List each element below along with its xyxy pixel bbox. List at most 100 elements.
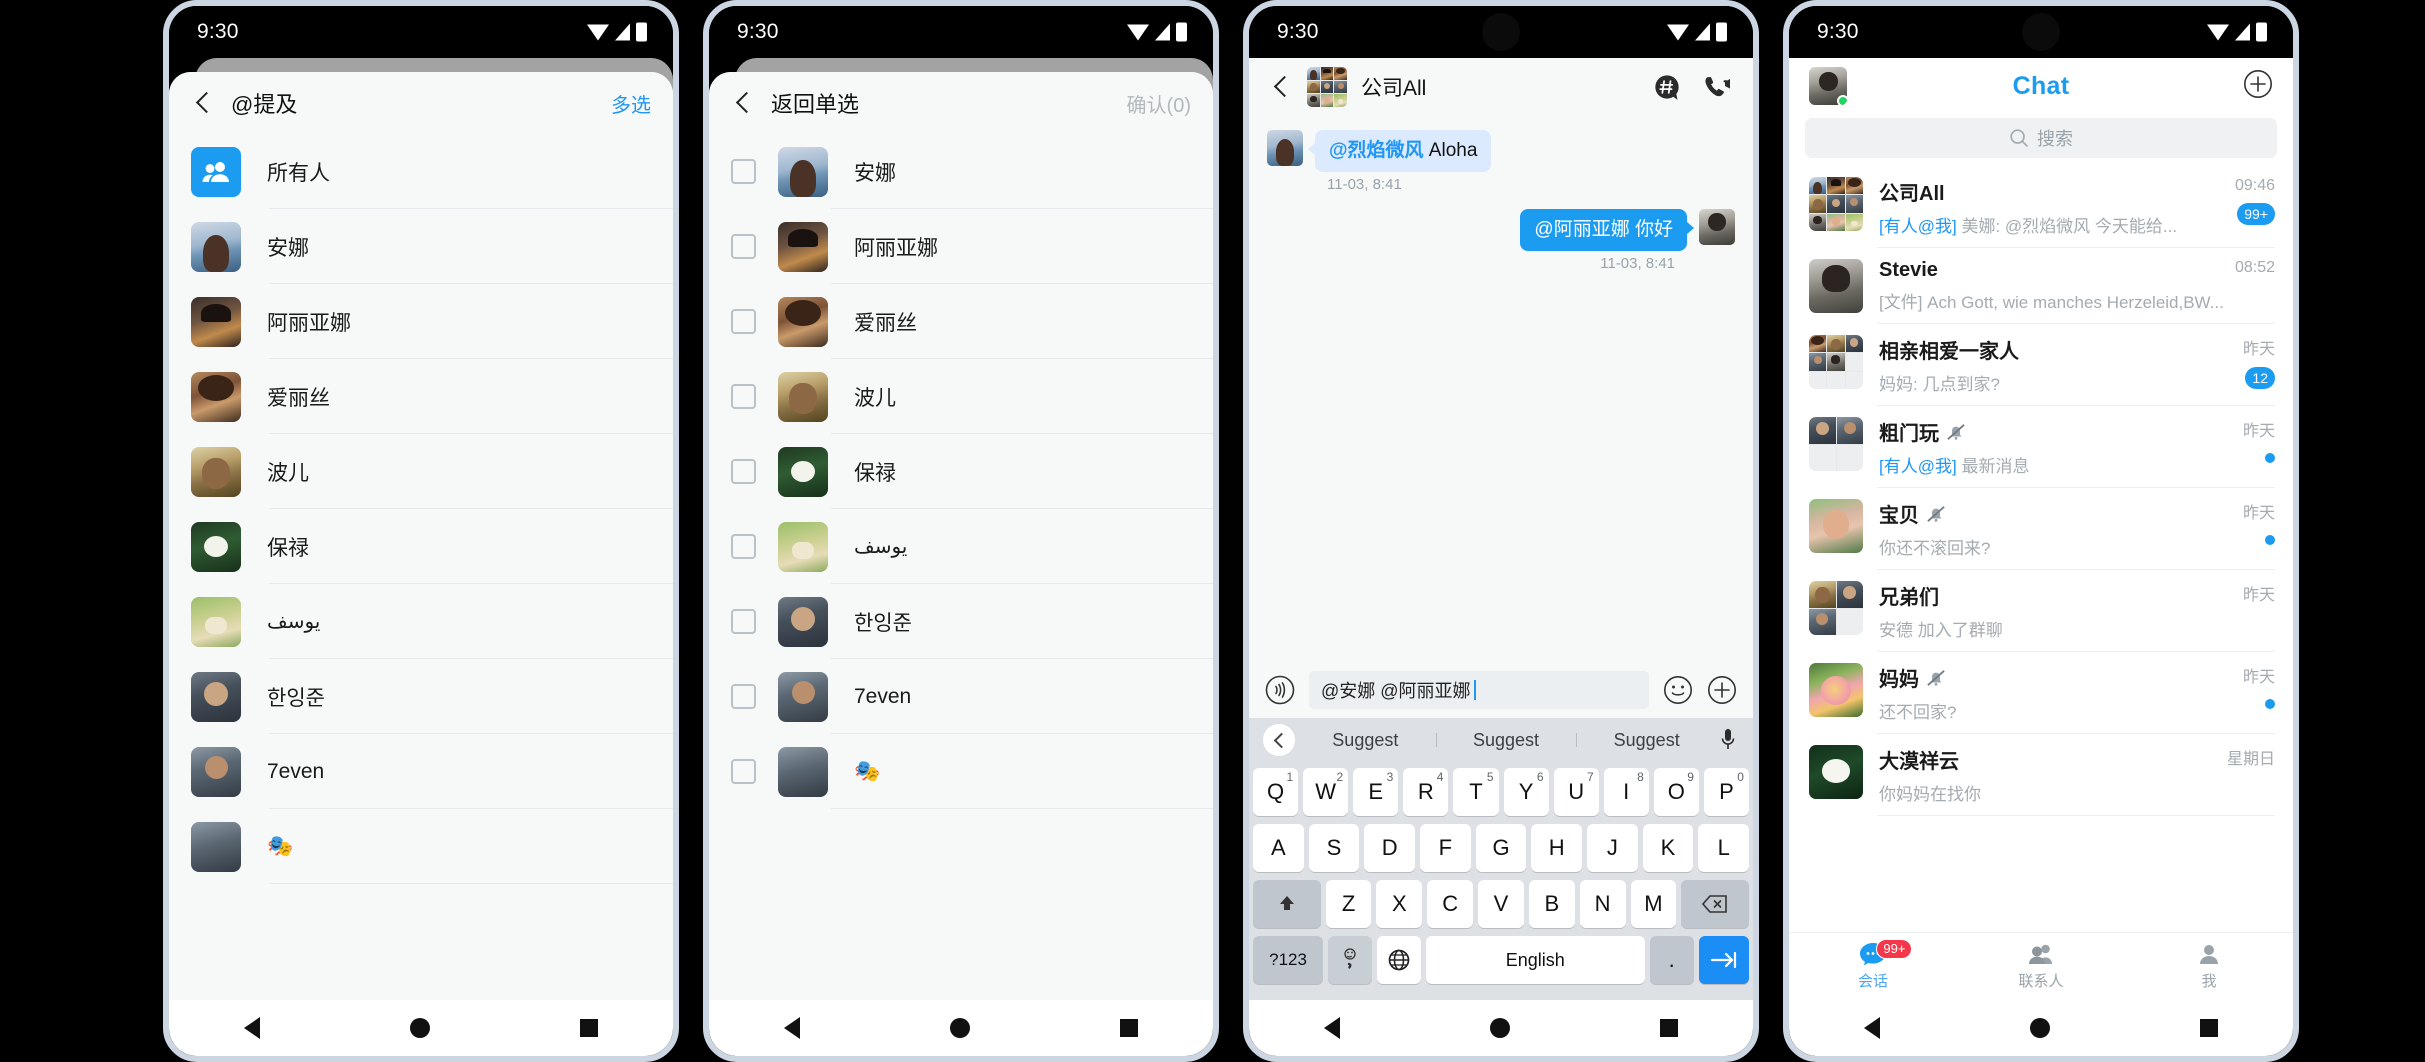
key-i[interactable]: 8I — [1603, 768, 1649, 816]
key-l[interactable]: L — [1698, 824, 1750, 872]
suggestion-1[interactable]: Suggest — [1295, 730, 1436, 751]
key-w[interactable]: 2W — [1303, 768, 1349, 816]
key-j[interactable]: J — [1587, 824, 1638, 872]
nav-back-icon[interactable] — [1324, 1017, 1340, 1039]
key-z[interactable]: Z — [1325, 880, 1372, 928]
key-k[interactable]: K — [1642, 824, 1694, 872]
conversation-row[interactable]: Stevie [文件] Ach Gott, wie manches Herzele… — [1789, 248, 2293, 324]
row-checkbox[interactable] — [731, 309, 756, 334]
microphone-icon[interactable] — [1717, 728, 1739, 752]
suggestion-3[interactable]: Suggest — [1576, 730, 1717, 751]
key-t[interactable]: 5T — [1453, 768, 1499, 816]
message-bubble[interactable]: @阿丽亚娜 你好 — [1520, 208, 1694, 251]
shift-key[interactable] — [1253, 880, 1321, 928]
key-p[interactable]: 0P — [1703, 768, 1749, 816]
conversation-row[interactable]: 公司All [有人@我] 美娜: @烈焰微风 今天能给... 09:46 99+ — [1789, 166, 2293, 248]
nav-home-icon[interactable] — [2030, 1018, 2050, 1038]
list-item[interactable]: 爱丽丝 — [169, 359, 673, 434]
key-m[interactable]: M — [1630, 880, 1677, 928]
list-item[interactable]: 保禄 — [169, 509, 673, 584]
key-x[interactable]: X — [1376, 880, 1423, 928]
message-bubble[interactable]: @烈焰微风 Aloha — [1307, 130, 1492, 172]
key-q[interactable]: 1Q — [1253, 768, 1299, 816]
list-item[interactable]: 波儿 — [169, 434, 673, 509]
list-item[interactable]: 한잉준 — [709, 584, 1213, 659]
nav-back-icon[interactable] — [1864, 1017, 1880, 1039]
voice-wave-icon[interactable] — [1265, 675, 1295, 705]
conversation-row[interactable]: 宝贝 你还不滚回来? 昨天 — [1789, 488, 2293, 570]
list-item[interactable]: 한잉준 — [169, 659, 673, 734]
tab-conversations[interactable]: 99+ 会话 — [1789, 933, 1957, 1000]
key-b[interactable]: B — [1528, 880, 1575, 928]
search-input[interactable]: 搜索 — [1805, 118, 2277, 158]
conversation-row[interactable]: 粗门玩 [有人@我] 最新消息 昨天 — [1789, 406, 2293, 488]
conversation-row[interactable]: 相亲相爱一家人 妈妈: 几点到家? 昨天 12 — [1789, 324, 2293, 406]
list-item[interactable]: 阿丽亚娜 — [169, 284, 673, 359]
group-avatar[interactable] — [1307, 67, 1347, 107]
nav-home-icon[interactable] — [950, 1018, 970, 1038]
back-chevron-icon[interactable] — [191, 90, 217, 116]
back-chevron-icon[interactable] — [731, 90, 757, 116]
row-checkbox[interactable] — [731, 534, 756, 559]
row-checkbox[interactable] — [731, 384, 756, 409]
list-item[interactable]: 爱丽丝 — [709, 284, 1213, 359]
message-input[interactable]: @安娜 @阿丽亚娜 — [1309, 671, 1649, 709]
list-item[interactable]: 7even — [169, 734, 673, 809]
list-item[interactable]: يوسف — [169, 584, 673, 659]
nav-recents-icon[interactable] — [580, 1019, 598, 1037]
key-g[interactable]: G — [1475, 824, 1527, 872]
nav-back-icon[interactable] — [784, 1017, 800, 1039]
list-item[interactable]: يوسف — [709, 509, 1213, 584]
nav-recents-icon[interactable] — [2200, 1019, 2218, 1037]
plus-circle-icon[interactable] — [1707, 675, 1737, 705]
nav-home-icon[interactable] — [1490, 1018, 1510, 1038]
row-checkbox[interactable] — [731, 459, 756, 484]
row-checkbox[interactable] — [731, 609, 756, 634]
row-checkbox[interactable] — [731, 234, 756, 259]
emoji-comma-key[interactable] — [1328, 936, 1372, 984]
list-item[interactable]: 保禄 — [709, 434, 1213, 509]
nav-recents-icon[interactable] — [1120, 1019, 1138, 1037]
nav-recents-icon[interactable] — [1660, 1019, 1678, 1037]
tab-contacts[interactable]: 联系人 — [1957, 933, 2125, 1000]
back-chevron-icon[interactable] — [1269, 74, 1295, 100]
key-n[interactable]: N — [1579, 880, 1626, 928]
smiley-icon[interactable] — [1663, 675, 1693, 705]
nav-back-icon[interactable] — [244, 1017, 260, 1039]
key-a[interactable]: A — [1252, 824, 1304, 872]
nav-home-icon[interactable] — [410, 1018, 430, 1038]
key-r[interactable]: 4R — [1403, 768, 1449, 816]
key-v[interactable]: V — [1478, 880, 1524, 928]
enter-key[interactable] — [1698, 936, 1749, 984]
video-call-icon[interactable] — [1703, 74, 1733, 100]
row-checkbox[interactable] — [731, 159, 756, 184]
key-u[interactable]: 7U — [1553, 768, 1599, 816]
conversation-row[interactable]: 大漠祥云 你妈妈在找你 星期日 — [1789, 734, 2293, 816]
confirm-button[interactable]: 确认(0) — [1127, 89, 1191, 118]
tab-me[interactable]: 我 — [2125, 933, 2293, 1000]
multiselect-button[interactable]: 多选 — [611, 89, 651, 118]
hashtag-bubble-icon[interactable] — [1653, 73, 1681, 101]
list-item[interactable]: 🎭 — [169, 809, 673, 884]
key-y[interactable]: 6Y — [1503, 768, 1549, 816]
conversation-row[interactable]: 兄弟们 安德 加入了群聊 昨天 — [1789, 570, 2293, 652]
key-c[interactable]: C — [1427, 880, 1474, 928]
list-item[interactable]: 7even — [709, 659, 1213, 734]
globe-key[interactable] — [1376, 936, 1421, 984]
space-key[interactable]: English — [1425, 936, 1645, 984]
avatar[interactable] — [1809, 67, 1847, 105]
symbols-key[interactable]: ?123 — [1253, 936, 1324, 984]
key-s[interactable]: S — [1308, 824, 1360, 872]
row-checkbox[interactable] — [731, 759, 756, 784]
backspace-key[interactable] — [1681, 880, 1749, 928]
suggestion-2[interactable]: Suggest — [1435, 730, 1577, 751]
list-item[interactable]: 阿丽亚娜 — [709, 209, 1213, 284]
key-o[interactable]: 9O — [1653, 768, 1699, 816]
key-e[interactable]: 3E — [1353, 768, 1399, 816]
conversation-row[interactable]: 妈妈 还不回家? 昨天 — [1789, 652, 2293, 734]
list-item[interactable]: 安娜 — [169, 209, 673, 284]
list-item[interactable]: 🎭 — [709, 734, 1213, 809]
row-checkbox[interactable] — [731, 684, 756, 709]
list-item[interactable]: 所有人 — [169, 134, 673, 209]
add-chat-button[interactable] — [2243, 69, 2273, 104]
